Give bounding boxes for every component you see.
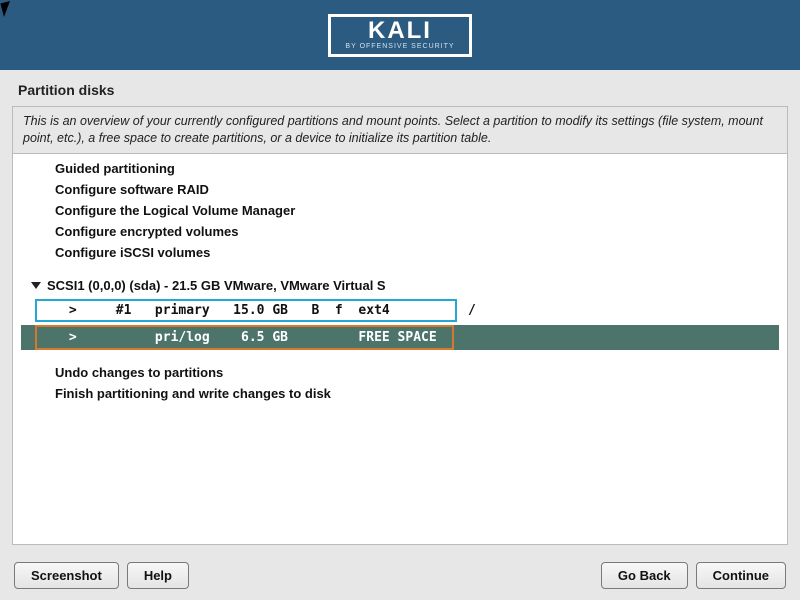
logo-byline: BY OFFENSIVE SECURITY <box>345 43 454 50</box>
page-title: Partition disks <box>0 70 800 106</box>
continue-button[interactable]: Continue <box>696 562 786 589</box>
menu-configure-encrypted[interactable]: Configure encrypted volumes <box>13 221 787 242</box>
menu-configure-iscsi[interactable]: Configure iSCSI volumes <box>13 242 787 263</box>
disk-label: SCSI1 (0,0,0) (sda) - 21.5 GB VMware, VM… <box>47 278 386 293</box>
menu-guided-partitioning[interactable]: Guided partitioning <box>13 158 787 179</box>
partition-row-free-space-inner: > pri/log 6.5 GB FREE SPACE <box>35 325 454 350</box>
expand-triangle-icon <box>31 282 41 289</box>
help-button[interactable]: Help <box>127 562 189 589</box>
partition-row-1[interactable]: > #1 primary 15.0 GB B f ext4 / <box>35 299 457 322</box>
menu-configure-lvm[interactable]: Configure the Logical Volume Manager <box>13 200 787 221</box>
disk-device-row[interactable]: SCSI1 (0,0,0) (sda) - 21.5 GB VMware, VM… <box>13 275 787 296</box>
menu-configure-raid[interactable]: Configure software RAID <box>13 179 787 200</box>
footer-bar: Screenshot Help Go Back Continue <box>0 550 800 600</box>
kali-logo: KALI BY OFFENSIVE SECURITY <box>328 14 471 57</box>
menu-finish-partitioning[interactable]: Finish partitioning and write changes to… <box>13 383 787 404</box>
screenshot-button[interactable]: Screenshot <box>14 562 119 589</box>
instruction-text: This is an overview of your currently co… <box>12 106 788 153</box>
menu-undo-changes[interactable]: Undo changes to partitions <box>13 362 787 383</box>
partition-list: Guided partitioning Configure software R… <box>12 153 788 545</box>
go-back-button[interactable]: Go Back <box>601 562 688 589</box>
logo-text: KALI <box>345 19 454 43</box>
installer-header: KALI BY OFFENSIVE SECURITY <box>0 0 800 70</box>
partition-row-free-space[interactable]: > pri/log 6.5 GB FREE SPACE <box>21 325 779 350</box>
